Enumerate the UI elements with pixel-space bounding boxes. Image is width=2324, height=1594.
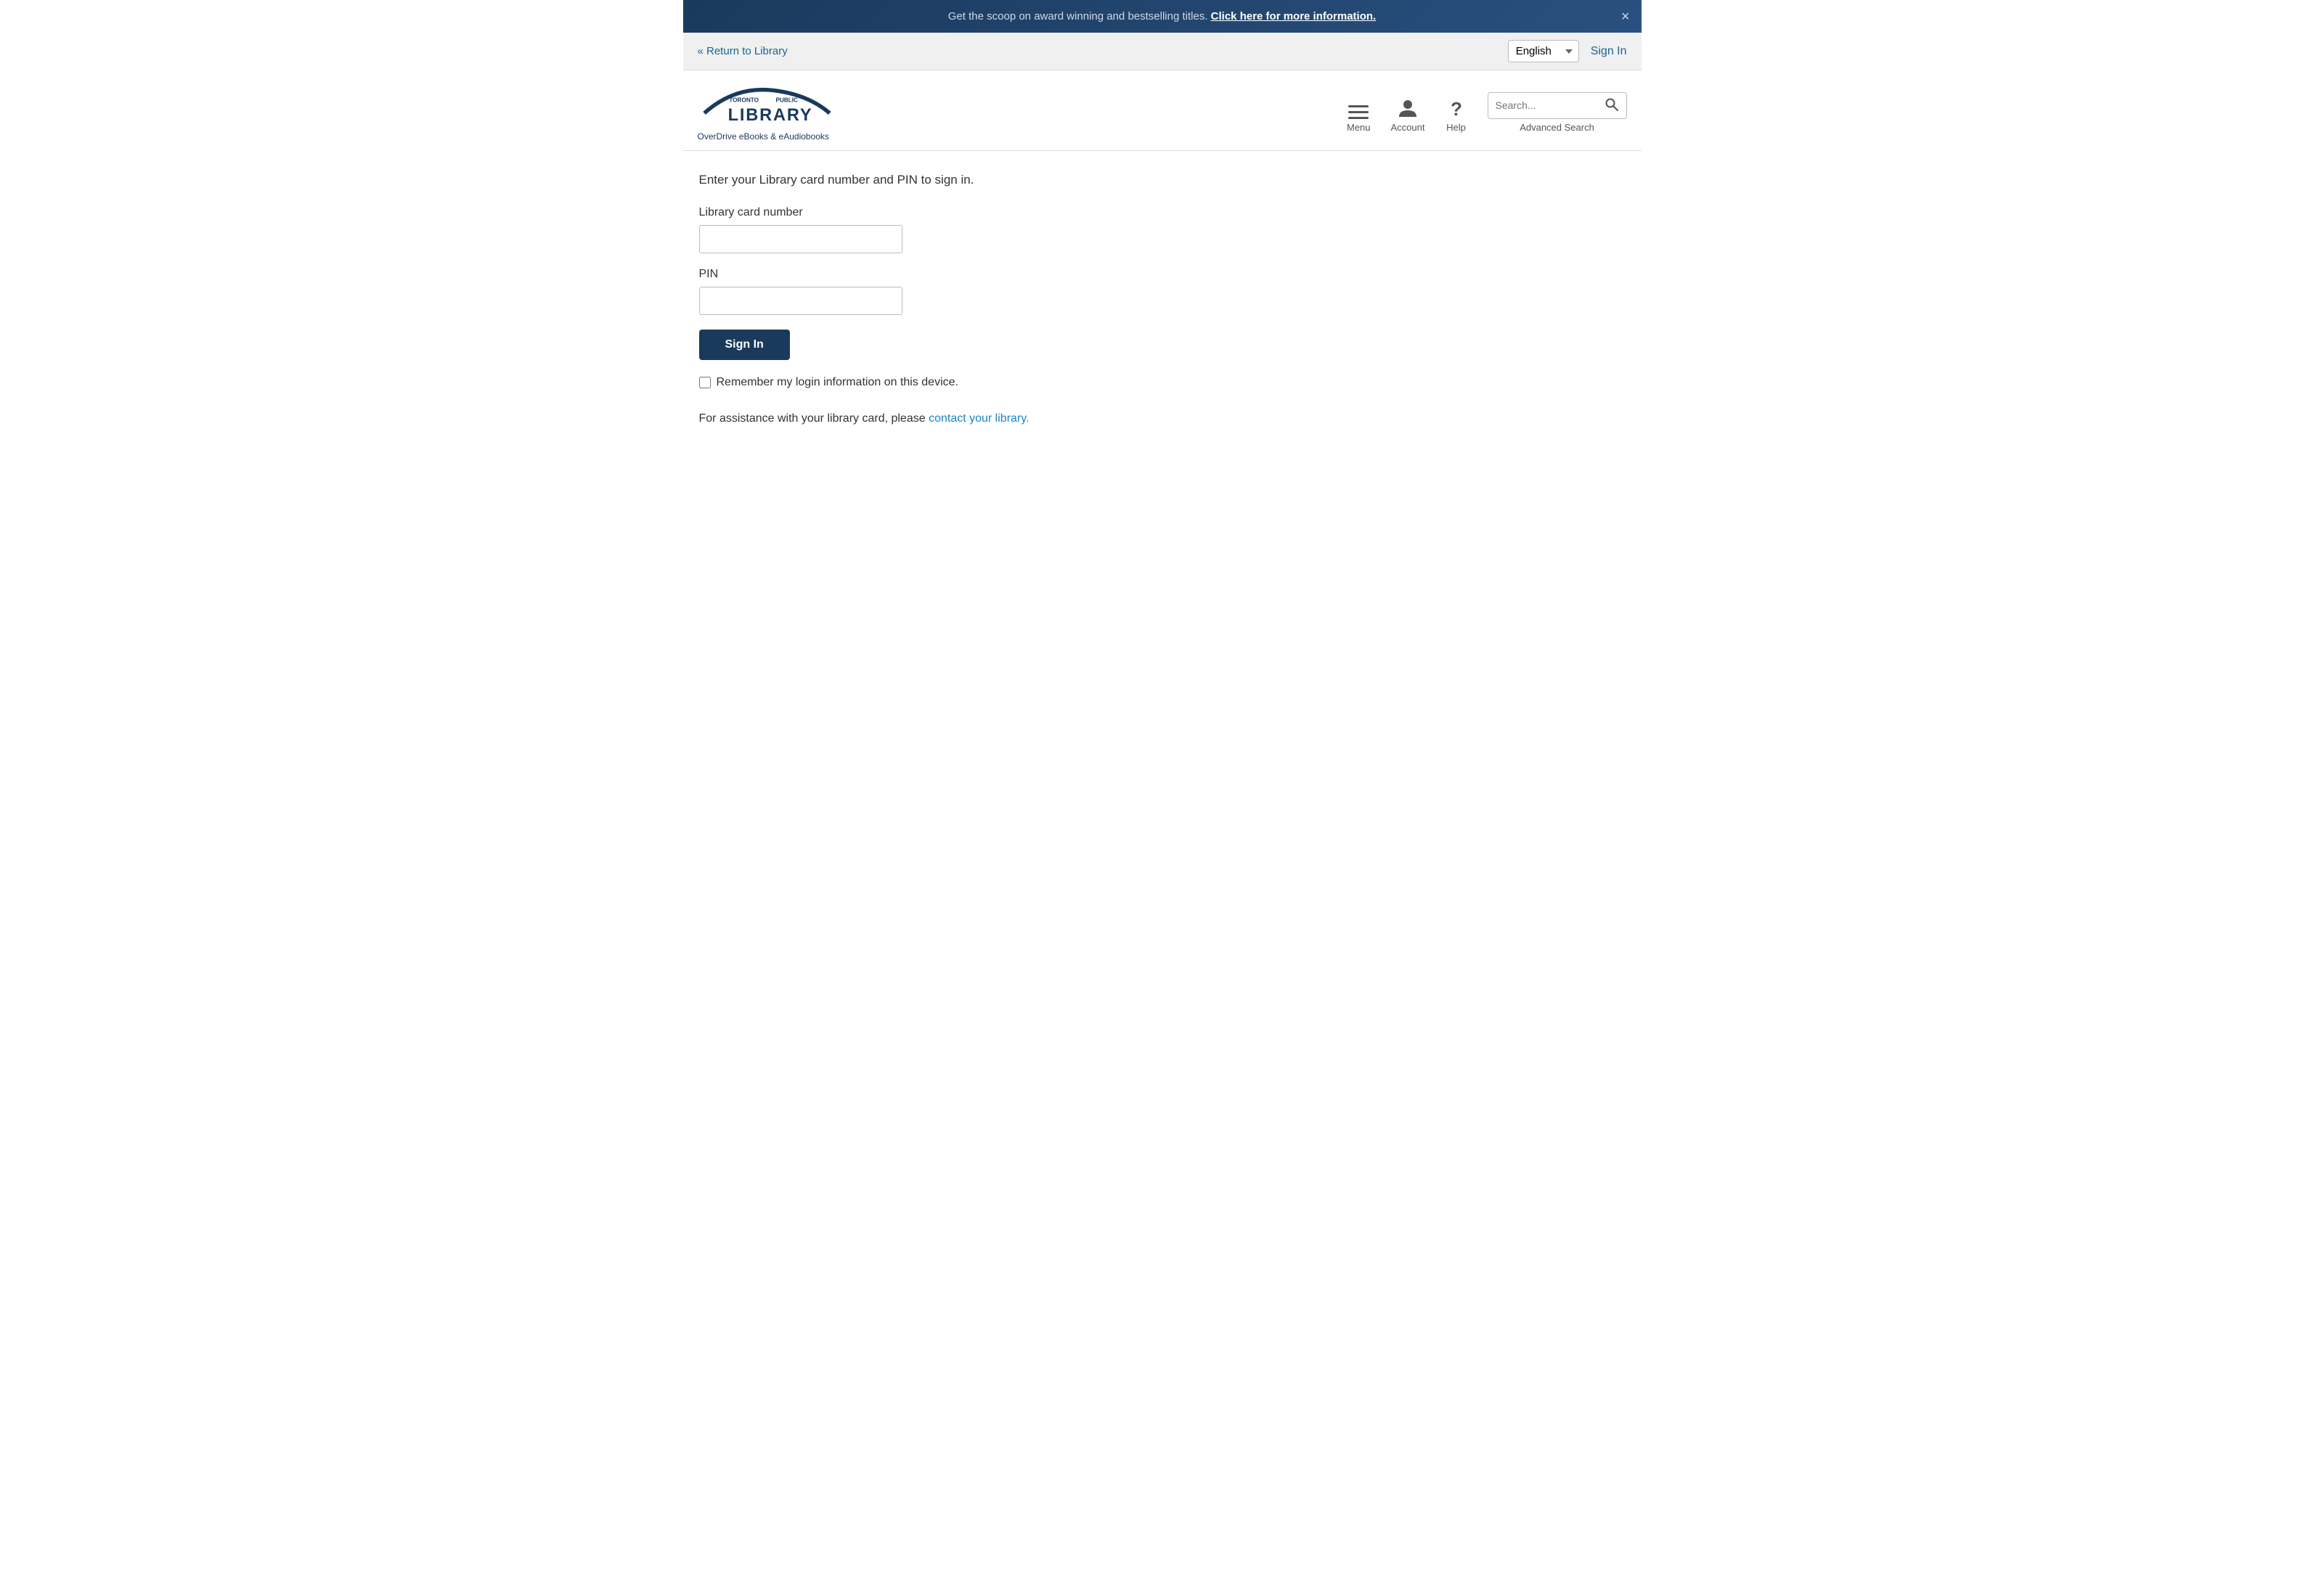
library-logo: TORONTO PUBLIC LIBRARY bbox=[698, 83, 843, 130]
svg-text:PUBLIC: PUBLIC bbox=[775, 97, 798, 103]
help-icon: ? bbox=[1446, 97, 1467, 119]
return-to-library-link[interactable]: « Return to Library bbox=[698, 45, 788, 57]
announcement-banner: Get the scoop on award winning and bests… bbox=[683, 0, 1642, 33]
menu-nav-item[interactable]: Menu bbox=[1347, 105, 1371, 133]
search-icon bbox=[1605, 97, 1619, 112]
intro-text: Enter your Library card number and PIN t… bbox=[699, 173, 1626, 187]
top-signin-link[interactable]: Sign In bbox=[1591, 45, 1627, 58]
assistance-prefix: For assistance with your library card, p… bbox=[699, 412, 929, 425]
card-number-input[interactable] bbox=[699, 225, 902, 253]
language-select[interactable]: English Français Español bbox=[1508, 40, 1579, 62]
top-navigation: « Return to Library English Français Esp… bbox=[683, 33, 1642, 70]
pin-label: PIN bbox=[699, 268, 1626, 281]
remember-checkbox[interactable] bbox=[699, 377, 711, 388]
banner-close-button[interactable]: × bbox=[1621, 9, 1630, 24]
assistance-text: For assistance with your library card, p… bbox=[699, 412, 1626, 425]
signin-button[interactable]: Sign In bbox=[699, 330, 790, 360]
menu-icon bbox=[1348, 105, 1369, 119]
remember-row: Remember my login information on this de… bbox=[699, 375, 1626, 391]
search-box bbox=[1488, 92, 1627, 119]
menu-label: Menu bbox=[1347, 122, 1371, 133]
header-navigation: Menu Account ? Help bbox=[1347, 92, 1627, 133]
logo-subtitle: OverDrive eBooks & eAudiobooks bbox=[698, 131, 829, 142]
top-nav-right: English Français Español Sign In bbox=[1508, 40, 1627, 62]
logo-area: TORONTO PUBLIC LIBRARY OverDrive eBooks … bbox=[698, 83, 843, 142]
search-button[interactable] bbox=[1597, 93, 1626, 118]
account-icon bbox=[1397, 97, 1419, 119]
svg-text:TORONTO: TORONTO bbox=[729, 97, 759, 103]
search-input[interactable] bbox=[1488, 94, 1597, 117]
advanced-search-link[interactable]: Advanced Search bbox=[1520, 122, 1594, 133]
account-label: Account bbox=[1391, 122, 1425, 133]
account-nav-item[interactable]: Account bbox=[1391, 97, 1425, 133]
remember-text: Remember my login information on this de… bbox=[717, 375, 958, 391]
banner-text: Get the scoop on award winning and bests… bbox=[948, 10, 1211, 23]
help-label: Help bbox=[1446, 122, 1466, 133]
site-header: TORONTO PUBLIC LIBRARY OverDrive eBooks … bbox=[683, 70, 1642, 151]
card-number-label: Library card number bbox=[699, 206, 1626, 219]
main-content: Enter your Library card number and PIN t… bbox=[683, 151, 1642, 447]
help-nav-item[interactable]: ? Help bbox=[1446, 97, 1467, 133]
search-area: Advanced Search bbox=[1488, 92, 1627, 133]
svg-text:?: ? bbox=[1451, 98, 1462, 119]
banner-link[interactable]: Click here for more information. bbox=[1211, 10, 1377, 23]
pin-input[interactable] bbox=[699, 287, 902, 315]
svg-text:LIBRARY: LIBRARY bbox=[727, 106, 812, 125]
contact-library-link[interactable]: contact your library. bbox=[929, 412, 1029, 425]
